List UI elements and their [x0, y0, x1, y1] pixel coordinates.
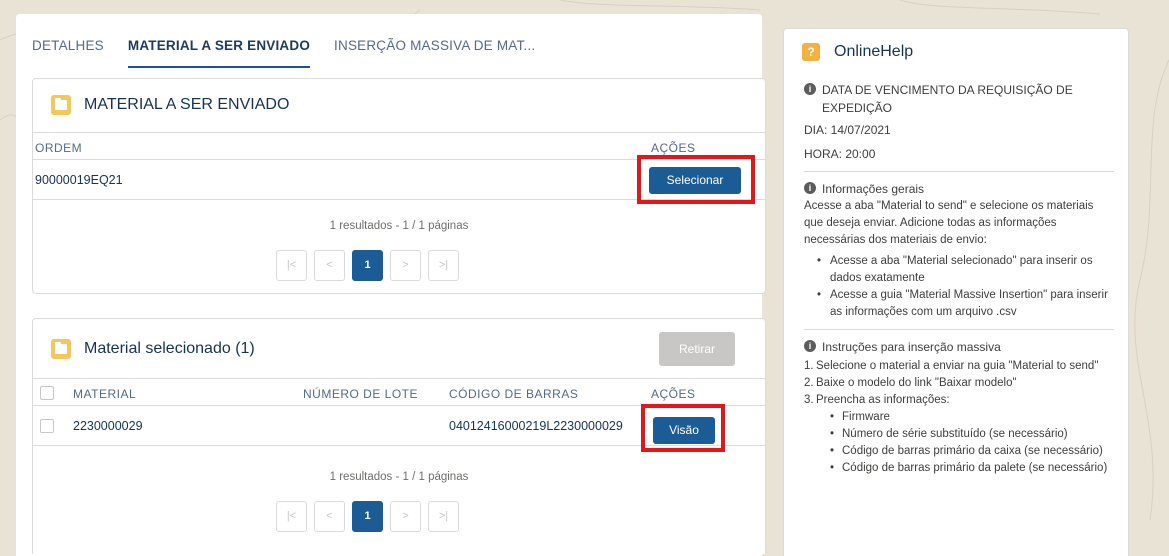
- step-number: 2.: [804, 377, 814, 389]
- first-page-button[interactable]: |<: [276, 250, 307, 281]
- folder-icon: [51, 339, 71, 359]
- step-text: Preencha as informações:: [816, 394, 950, 406]
- step-text: Selecione o material a enviar na guia "M…: [816, 360, 1099, 372]
- highlight-box: [637, 155, 755, 204]
- card-title: Material selecionado (1): [84, 340, 255, 357]
- page-1-button[interactable]: 1: [352, 501, 383, 532]
- general-info-text: Acesse a aba "Material to send" e seleci…: [804, 200, 1094, 246]
- fields-list: Firmware Número de série substituído (se…: [816, 409, 1114, 477]
- divider: [804, 171, 1114, 172]
- column-header-lote: NÚMERO DE LOTE: [303, 387, 419, 401]
- list-item: Código de barras primário da caixa (se n…: [816, 443, 1114, 460]
- due-date-section: i DATA DE VENCIMENTO DA REQUISIÇÃO DE EX…: [804, 81, 1114, 117]
- results-count: 1 resultados - 1 / 1 páginas: [329, 220, 469, 232]
- mass-insert-section: i Instruções para inserção massiva: [804, 338, 1114, 356]
- tab-bar: DETALHES MATERIAL A SER ENVIADO INSERÇÃO…: [32, 38, 559, 68]
- due-date-title: DATA DE VENCIMENTO DA REQUISIÇÃO DE EXPE…: [822, 83, 1073, 115]
- folder-icon: [51, 95, 71, 115]
- step-item: 2. Baixe o modelo do link "Baixar modelo": [804, 375, 1114, 392]
- column-header-ordem: ORDEM: [35, 141, 83, 155]
- material-code: 2230000029: [73, 419, 143, 433]
- highlight-box: [641, 404, 725, 452]
- help-header: ? OnlineHelp: [802, 43, 913, 61]
- page-1-button[interactable]: 1: [352, 250, 383, 281]
- info-icon: i: [804, 83, 816, 95]
- table-header: MATERIAL NÚMERO DE LOTE CÓDIGO DE BARRAS…: [33, 378, 765, 406]
- mass-insert-title: Instruções para inserção massiva: [822, 340, 1001, 354]
- card-header: MATERIAL A SER ENVIADO: [51, 95, 289, 115]
- next-page-button[interactable]: >: [390, 250, 421, 281]
- general-info-title: Informações gerais: [822, 182, 925, 196]
- list-item: Código de barras primário da palete (se …: [816, 460, 1114, 477]
- prev-page-button[interactable]: <: [314, 501, 345, 532]
- row-checkbox[interactable]: [40, 419, 54, 433]
- column-header-material: MATERIAL: [73, 387, 137, 401]
- select-all-checkbox[interactable]: [40, 386, 54, 400]
- tab-material-a-ser-enviado[interactable]: MATERIAL A SER ENVIADO: [127, 38, 311, 68]
- column-header-acoes: AÇÕES: [651, 141, 696, 155]
- tab-insercao-massiva[interactable]: INSERÇÃO MASSIVA DE MAT...: [334, 38, 535, 68]
- step-text: Baixe o modelo do link "Baixar modelo": [816, 377, 1017, 389]
- barcode: 04012416000219L2230000029: [449, 419, 623, 433]
- pagination: |< < 1 > >|: [276, 501, 466, 532]
- order-number: 90000019EQ21: [35, 173, 123, 187]
- next-page-button[interactable]: >: [390, 501, 421, 532]
- selected-material-card: Material selecionado (1) Retirar MATERIA…: [32, 318, 766, 554]
- prev-page-button[interactable]: <: [314, 250, 345, 281]
- card-title: MATERIAL A SER ENVIADO: [84, 96, 290, 113]
- help-title: OnlineHelp: [834, 43, 914, 60]
- info-icon: i: [804, 340, 816, 352]
- due-hour: HORA: 20:00: [804, 147, 876, 161]
- step-number: 1.: [804, 360, 814, 372]
- column-header-barras: CÓDIGO DE BARRAS: [449, 387, 579, 401]
- first-page-button[interactable]: |<: [276, 501, 307, 532]
- column-header-acoes: AÇÕES: [651, 387, 696, 401]
- pagination: |< < 1 > >|: [276, 250, 466, 281]
- tab-detalhes[interactable]: DETALHES: [32, 38, 104, 68]
- remove-button[interactable]: Retirar: [659, 332, 735, 366]
- general-info-section: i Informações gerais: [804, 180, 1114, 198]
- card-header: Material selecionado (1): [51, 339, 255, 359]
- step-item: 3.Preencha as informações: Firmware Núme…: [804, 392, 1114, 477]
- list-item: Acesse a guia "Material Massive Insertio…: [804, 287, 1114, 321]
- help-icon: ?: [802, 43, 820, 61]
- help-body: i DATA DE VENCIMENTO DA REQUISIÇÃO DE EX…: [804, 81, 1114, 477]
- last-page-button[interactable]: >|: [428, 501, 459, 532]
- list-item: Acesse a aba "Material selecionado" para…: [804, 253, 1114, 287]
- results-count: 1 resultados - 1 / 1 páginas: [329, 471, 469, 483]
- step-item: 1. Selecione o material a enviar na guia …: [804, 358, 1114, 375]
- step-number: 3.: [804, 394, 814, 406]
- material-to-send-card: MATERIAL A SER ENVIADO ORDEM AÇÕES 90000…: [32, 78, 766, 294]
- divider: [804, 329, 1114, 330]
- list-item: Firmware: [816, 409, 1114, 426]
- online-help-panel: ? OnlineHelp i DATA DE VENCIMENTO DA REQ…: [783, 28, 1129, 556]
- general-info-list: Acesse a aba "Material selecionado" para…: [804, 253, 1114, 321]
- last-page-button[interactable]: >|: [428, 250, 459, 281]
- mass-insert-steps: 1. Selecione o material a enviar na guia …: [804, 358, 1114, 477]
- list-item: Número de série substituído (se necessár…: [816, 426, 1114, 443]
- info-icon: i: [804, 182, 816, 194]
- due-day: DIA: 14/07/2021: [804, 123, 891, 137]
